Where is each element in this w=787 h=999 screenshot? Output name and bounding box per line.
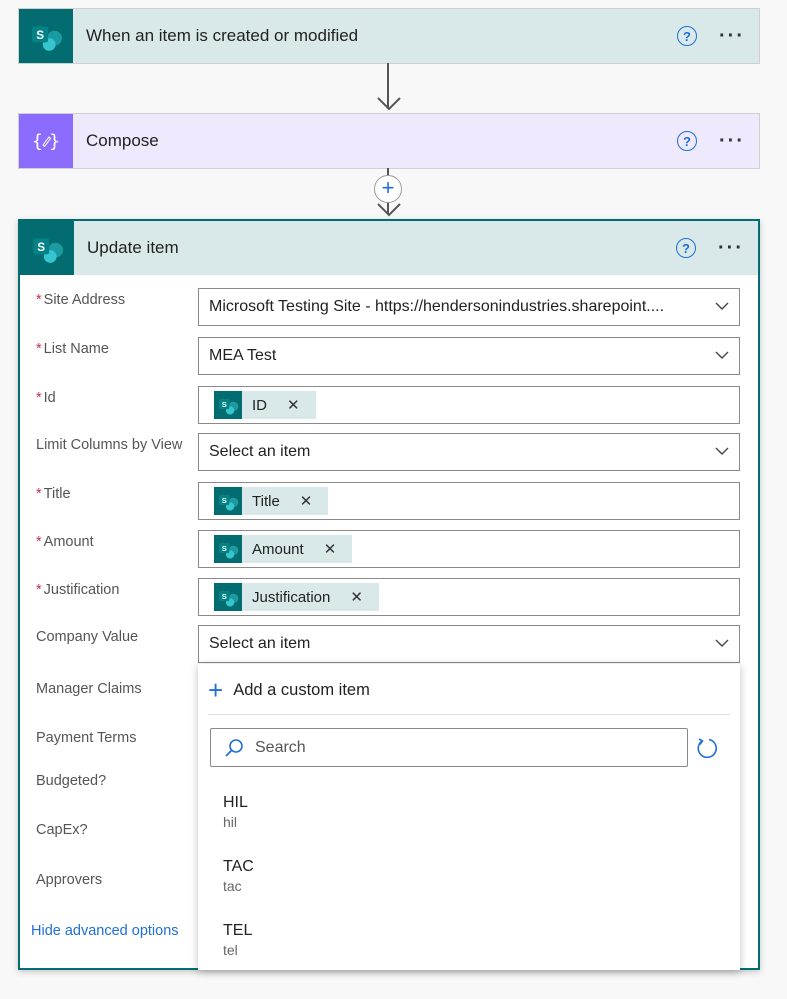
field-label: CapEx? bbox=[36, 822, 88, 838]
chevron-down-icon bbox=[715, 444, 729, 458]
sharepoint-icon bbox=[214, 535, 242, 563]
search-icon bbox=[225, 738, 243, 757]
sharepoint-icon bbox=[214, 487, 242, 515]
field-dropdown[interactable]: MEA Test bbox=[198, 337, 740, 375]
compose-card[interactable]: { } Compose ? ··· bbox=[18, 113, 760, 169]
arrow-down-icon bbox=[377, 97, 401, 111]
more-options-icon[interactable]: ··· bbox=[718, 237, 744, 260]
sharepoint-icon bbox=[214, 391, 242, 419]
refresh-icon[interactable] bbox=[695, 736, 719, 760]
chevron-down-icon bbox=[715, 299, 729, 313]
dynamic-content-token[interactable]: Justification ✕ bbox=[214, 583, 379, 611]
compose-title: Compose bbox=[86, 131, 159, 150]
help-icon[interactable]: ? bbox=[677, 26, 698, 46]
chevron-down-icon bbox=[715, 636, 729, 650]
remove-token-icon[interactable]: ✕ bbox=[287, 396, 300, 414]
field-label: * List Name bbox=[36, 341, 109, 357]
hide-advanced-options-link[interactable]: Hide advanced options bbox=[31, 923, 179, 939]
field-label: Limit Columns by View bbox=[36, 437, 183, 453]
company-value-dropdown-menu: + Add a custom item Search HIL hil TAC tac T… bbox=[198, 664, 740, 970]
trigger-title: When an item is created or modified bbox=[86, 26, 359, 45]
field-label: * Title bbox=[36, 486, 71, 502]
help-icon[interactable]: ? bbox=[676, 238, 697, 258]
search-placeholder: Search bbox=[255, 738, 306, 756]
field-input[interactable]: Justification ✕ bbox=[198, 578, 740, 616]
more-options-icon[interactable]: ··· bbox=[719, 130, 745, 153]
dropdown-option[interactable]: TAC tac bbox=[223, 858, 254, 894]
remove-token-icon[interactable]: ✕ bbox=[350, 588, 363, 606]
field-label: * Amount bbox=[36, 534, 94, 550]
more-options-icon[interactable]: ··· bbox=[719, 25, 745, 48]
divider bbox=[208, 714, 730, 715]
remove-token-icon[interactable]: ✕ bbox=[324, 540, 337, 558]
field-input[interactable]: Title ✕ bbox=[198, 482, 740, 520]
field-label: Budgeted? bbox=[36, 773, 107, 789]
trigger-card[interactable]: When an item is created or modified ? ··… bbox=[18, 8, 760, 64]
field-label: * Site Address bbox=[36, 292, 126, 308]
field-label: Manager Claims bbox=[36, 681, 142, 697]
add-custom-item-button[interactable]: + Add a custom item bbox=[208, 675, 370, 705]
field-dropdown[interactable]: Microsoft Testing Site - https://henders… bbox=[198, 288, 740, 326]
dynamic-content-token[interactable]: ID ✕ bbox=[214, 391, 316, 419]
field-label: * Id bbox=[36, 390, 56, 406]
field-dropdown[interactable]: Select an item bbox=[198, 625, 740, 663]
field-dropdown[interactable]: Select an item bbox=[198, 433, 740, 471]
braces-pencil-icon: { } bbox=[19, 114, 73, 168]
field-input[interactable]: Amount ✕ bbox=[198, 530, 740, 568]
insert-step-button[interactable]: + bbox=[374, 175, 402, 203]
update-title: Update item bbox=[87, 238, 179, 257]
dynamic-content-token[interactable]: Title ✕ bbox=[214, 487, 329, 515]
dynamic-content-token[interactable]: Amount ✕ bbox=[214, 535, 353, 563]
chevron-down-icon bbox=[715, 348, 729, 362]
sharepoint-icon bbox=[20, 221, 74, 275]
search-input[interactable]: Search bbox=[210, 728, 688, 767]
add-custom-item-label: Add a custom item bbox=[233, 680, 370, 699]
field-label: Approvers bbox=[36, 872, 103, 888]
remove-token-icon[interactable]: ✕ bbox=[300, 492, 313, 510]
sharepoint-icon bbox=[19, 9, 73, 63]
field-label: Company Value bbox=[36, 629, 139, 645]
help-icon[interactable]: ? bbox=[677, 131, 698, 151]
dropdown-option[interactable]: HIL hil bbox=[223, 794, 248, 830]
arrow-down-icon bbox=[377, 203, 401, 217]
field-input[interactable]: ID ✕ bbox=[198, 386, 740, 424]
dropdown-option[interactable]: TEL tel bbox=[223, 922, 252, 958]
sharepoint-icon bbox=[214, 583, 242, 611]
field-label: * Justification bbox=[36, 582, 120, 598]
plus-icon: + bbox=[208, 675, 224, 705]
field-label: Payment Terms bbox=[36, 730, 137, 746]
